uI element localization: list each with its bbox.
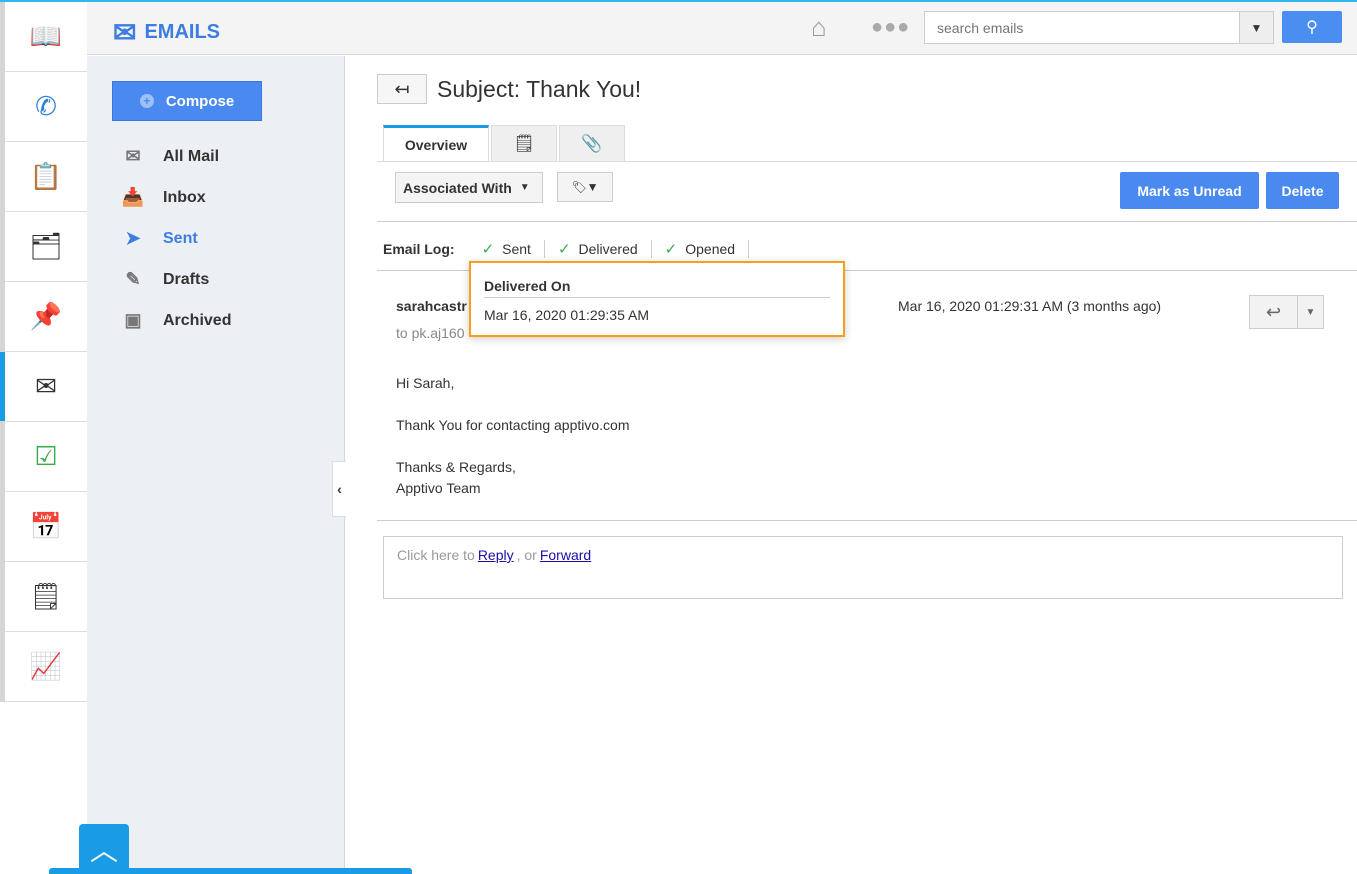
check-icon: ✓ xyxy=(481,241,495,258)
sidebar: + Compose ✉ All Mail 📥 Inbox ➤ Sent ✎ Drafts … xyxy=(87,56,345,874)
body-line: Hi Sarah, xyxy=(396,375,455,391)
delete-button[interactable]: Delete xyxy=(1266,172,1339,209)
rail-emails-icon[interactable]: ✉ xyxy=(0,352,87,422)
rail-reports-icon[interactable]: 📈 xyxy=(5,632,87,702)
nav-inbox[interactable]: 📥 Inbox xyxy=(121,177,231,218)
email-log-label: Email Log: xyxy=(383,241,455,257)
associated-with-dropdown[interactable]: Associated With ▼ xyxy=(395,172,543,203)
envelope-logo-icon: ✉ xyxy=(113,17,137,48)
nav-label: Drafts xyxy=(163,270,210,288)
app-rail: 📖 ✆ 📋 🗂 📌 ✉ ☑ 📅 🗒 📈 xyxy=(0,2,87,702)
paper-plane-icon: ➤ xyxy=(125,228,141,248)
email-log: Email Log: ✓ Sent ✓ Delivered ✓ Opened xyxy=(383,237,750,261)
compose-label: Compose xyxy=(165,92,235,110)
rail-notes-icon[interactable]: 🗒 xyxy=(5,562,87,632)
attachment-icon: 📎 xyxy=(581,134,603,153)
home-icon[interactable]: ⌂ xyxy=(811,12,827,43)
nav-label: All Mail xyxy=(163,147,220,165)
more-icon[interactable]: ●●● xyxy=(871,16,910,39)
scroll-up-button[interactable]: ︿ xyxy=(79,824,129,874)
search-icon: ⚲ xyxy=(1306,19,1318,36)
tab-overview[interactable]: Overview xyxy=(383,125,489,162)
delivered-tooltip: Delivered On Mar 16, 2020 01:29:35 AM xyxy=(469,261,845,337)
rail-forms-icon[interactable]: 📋 xyxy=(5,142,87,212)
check-icon: ✓ xyxy=(664,241,678,258)
caret-down-icon: ▼ xyxy=(519,182,530,193)
draft-icon: ✎ xyxy=(125,269,141,289)
tab-notes[interactable]: 🗒 xyxy=(491,125,557,162)
reply-link[interactable]: Reply xyxy=(478,547,514,563)
email-date: Mar 16, 2020 01:29:31 AM (3 months ago) xyxy=(898,298,1162,314)
log-status: Opened xyxy=(685,241,736,257)
search-button[interactable]: ⚲ xyxy=(1282,11,1342,43)
mark-unread-button[interactable]: Mark as Unread xyxy=(1120,172,1259,209)
log-opened[interactable]: ✓ Opened xyxy=(652,240,750,258)
email-body: Hi Sarah, Thank You for contacting appti… xyxy=(396,373,629,499)
tag-dropdown[interactable]: 🏷▼ xyxy=(557,172,613,202)
reply-icon[interactable]: ↩ xyxy=(1250,296,1298,328)
search-input[interactable] xyxy=(925,12,1239,43)
email-subject: Subject: Thank You! xyxy=(437,76,642,102)
body-line: Thanks & Regards, xyxy=(396,459,516,475)
envelope-icon: ✉ xyxy=(125,146,141,166)
email-detail: ↤ Subject: Thank You! Overview 🗒 📎 Assoc… xyxy=(345,56,1357,874)
check-icon: ✓ xyxy=(557,241,571,258)
nav-label: Sent xyxy=(163,229,198,247)
log-status: Delivered xyxy=(578,241,638,257)
log-sent[interactable]: ✓ Sent xyxy=(469,240,545,258)
divider xyxy=(377,221,1357,222)
rail-calls-icon[interactable]: ✆ xyxy=(5,72,87,142)
compose-button[interactable]: + Compose xyxy=(112,81,262,121)
reply-split-button: ↩ ▼ xyxy=(1249,295,1324,329)
app-brand: ✉ EMAILS xyxy=(113,16,220,49)
app-title: EMAILS xyxy=(144,21,221,43)
forward-link[interactable]: Forward xyxy=(540,547,591,563)
rail-calendar-icon[interactable]: 📅 xyxy=(5,492,87,562)
nav-archived[interactable]: ▣ Archived xyxy=(121,300,231,341)
divider xyxy=(377,161,1357,162)
nav-label: Archived xyxy=(163,311,232,329)
rail-docs-icon[interactable]: 📖 xyxy=(5,2,87,72)
body-line: Thank You for contacting apptivo.com xyxy=(396,417,630,433)
nav-all-mail[interactable]: ✉ All Mail xyxy=(121,136,231,177)
log-delivered[interactable]: ✓ Delivered xyxy=(545,240,652,258)
rail-contacts-icon[interactable]: 🗂 xyxy=(5,212,87,282)
nav-drafts[interactable]: ✎ Drafts xyxy=(121,259,231,300)
associated-with-label: Associated With xyxy=(403,179,512,196)
tooltip-value: Mar 16, 2020 01:29:35 AM xyxy=(484,307,649,323)
search-box: ▼ xyxy=(924,11,1274,44)
plus-icon: + xyxy=(139,94,154,108)
quick-reply-box[interactable]: Click here to Reply, or Forward xyxy=(383,536,1343,599)
caret-down-icon[interactable]: ▼ xyxy=(1298,296,1323,328)
tab-attachments[interactable]: 📎 xyxy=(559,125,625,162)
reply-prefix: Click here to xyxy=(397,547,475,563)
or-text: , or xyxy=(516,547,537,563)
log-status: Sent xyxy=(502,241,531,257)
notes-icon: 🗒 xyxy=(513,134,535,153)
nav-sent[interactable]: ➤ Sent xyxy=(121,218,231,259)
body-line: Apptivo Team xyxy=(396,480,481,496)
divider xyxy=(377,520,1357,521)
chevron-down-icon[interactable]: ▼ xyxy=(1239,12,1273,43)
archive-icon: ▣ xyxy=(124,310,142,330)
tag-icon: 🏷▼ xyxy=(571,180,599,194)
inbox-icon: 📥 xyxy=(121,187,145,207)
recipient: to pk.aj160 xyxy=(396,325,465,341)
tooltip-title: Delivered On xyxy=(484,263,830,298)
rail-tasks-icon[interactable]: ☑ xyxy=(5,422,87,492)
rail-pin-icon[interactable]: 📌 xyxy=(5,282,87,352)
back-button[interactable]: ↤ xyxy=(377,74,427,104)
sender: sarahcastr xyxy=(396,298,467,314)
header: ✉ EMAILS ⌂ ●●● ▼ ⚲ xyxy=(87,2,1357,55)
collapse-sidebar-button[interactable]: ‹ xyxy=(332,461,346,517)
nav-label: Inbox xyxy=(163,188,206,206)
